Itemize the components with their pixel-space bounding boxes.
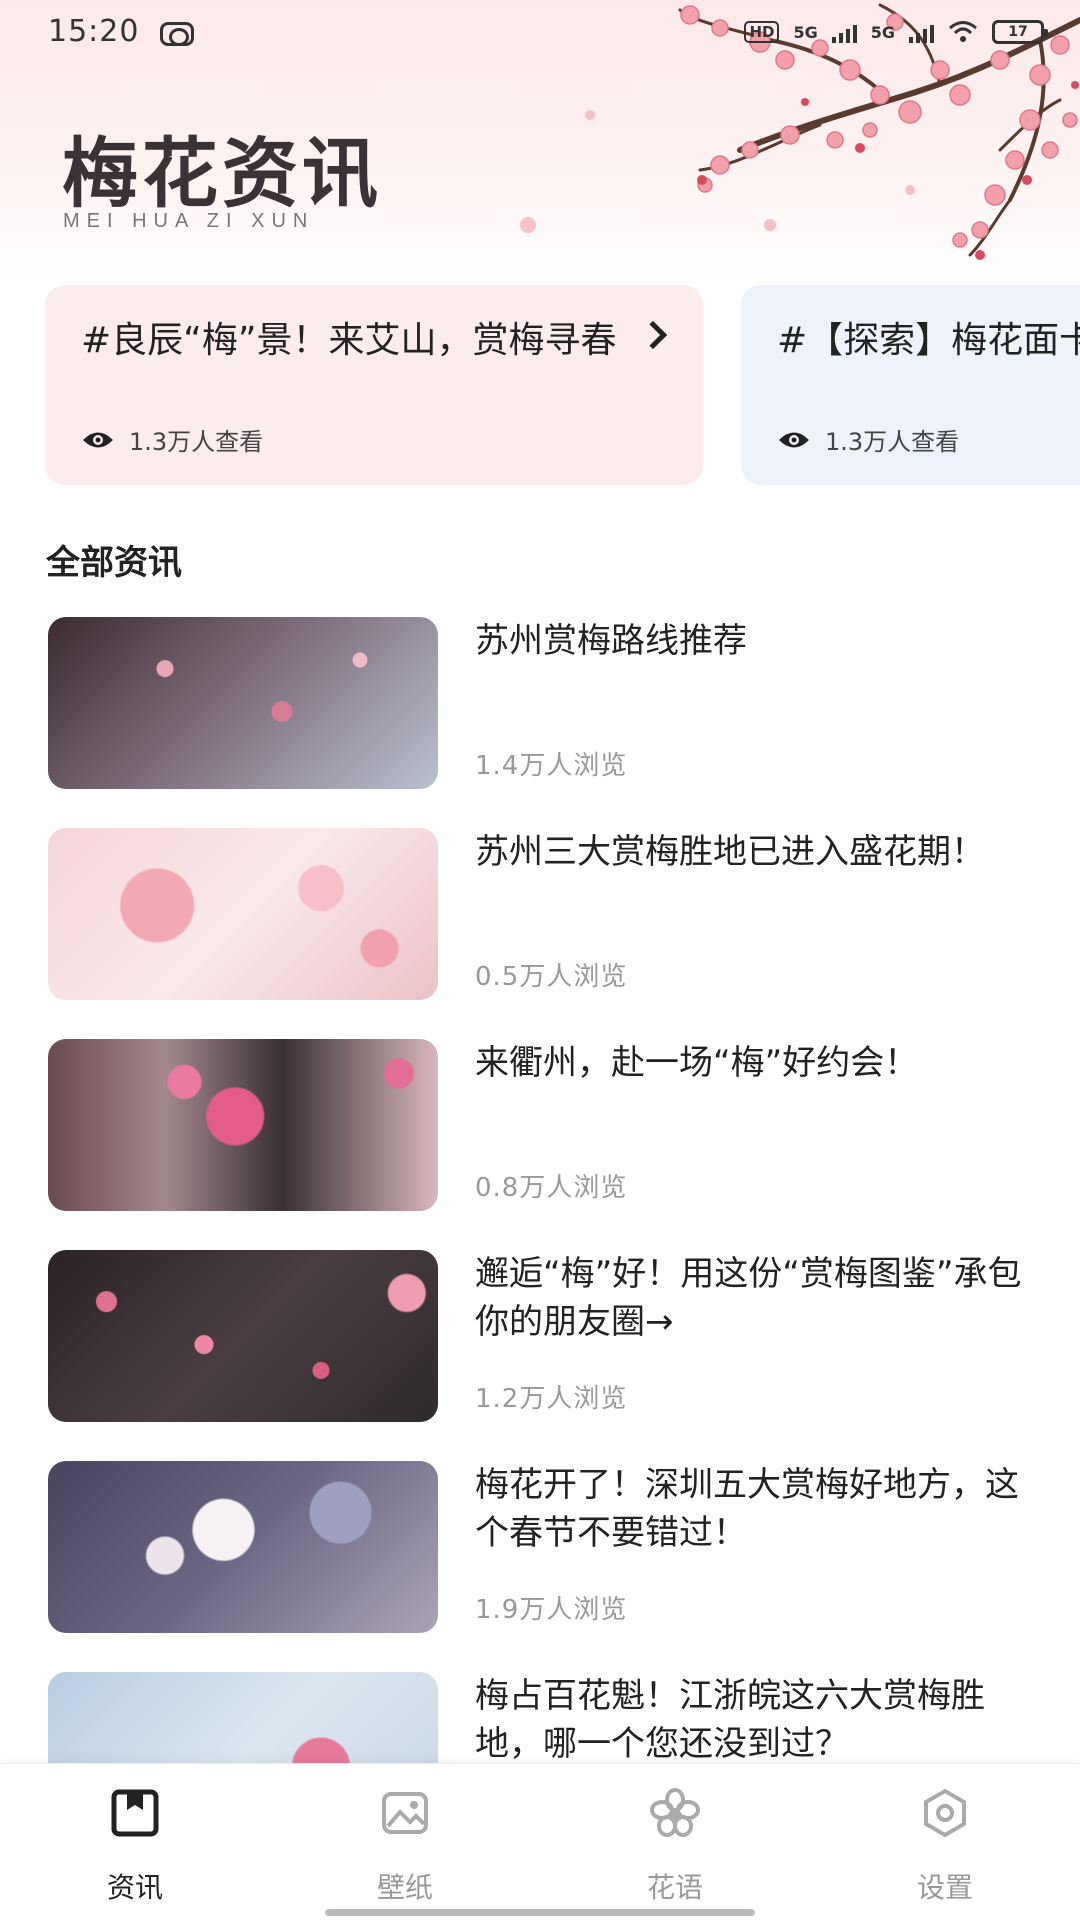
news-title: 邂逅“梅”好！用这份“赏梅图鉴”承包你的朋友圈→ xyxy=(475,1254,1022,1342)
wifi-icon xyxy=(949,21,977,42)
news-item[interactable]: 来衢州，赴一场“梅”好约会！ 0.8万人浏览 xyxy=(48,1039,1048,1211)
news-views: 1.9万人浏览 xyxy=(475,1595,628,1625)
network-label-1: 5G xyxy=(793,22,818,42)
eye-icon xyxy=(779,432,809,447)
topic-views: 1.3万人查看 xyxy=(777,422,959,457)
app-subtitle: MEI HUA ZI XUN xyxy=(63,210,315,232)
tab-settings[interactable]: 设置 xyxy=(810,1764,1080,1920)
news-title: 梅占百花魁！江浙皖这六大赏梅胜地，哪一个您还没到过？ xyxy=(475,1676,985,1763)
signal-icon-1 xyxy=(831,21,857,43)
wallpaper-icon xyxy=(382,1792,428,1834)
news-title: 苏州三大赏梅胜地已进入盛花期！ xyxy=(475,832,985,872)
news-icon xyxy=(111,1789,159,1837)
settings-icon xyxy=(924,1788,966,1838)
home-indicator[interactable] xyxy=(325,1909,755,1916)
flower-icon xyxy=(650,1788,700,1837)
tab-label: 花语 xyxy=(646,1871,703,1904)
news-views: 0.5万人浏览 xyxy=(475,962,628,992)
tab-label: 设置 xyxy=(916,1871,973,1904)
topic-views: 1.3万人查看 xyxy=(81,422,263,457)
news-item[interactable]: 梅花开了！深圳五大赏梅好地方，这个春节不要错过！ 1.9万人浏览 xyxy=(48,1461,1048,1633)
network-label-2: 5G xyxy=(870,22,895,42)
header-banner: 15:20 HD 5G 5G 17 梅花资讯 MEI HUA ZI XUN xyxy=(0,0,1080,285)
news-title: 梅花开了！深圳五大赏梅好地方，这个春节不要错过！ xyxy=(475,1465,1019,1553)
signal-icon-2 xyxy=(909,21,934,43)
topic-views-text: 1.3万人查看 xyxy=(825,428,960,456)
app-title: 梅花资讯 xyxy=(62,129,382,218)
tab-label: 壁纸 xyxy=(376,1871,433,1904)
news-item[interactable]: 邂逅“梅”好！用这份“赏梅图鉴”承包你的朋友圈→ 1.2万人浏览 xyxy=(48,1250,1048,1422)
battery-icon: 17 xyxy=(992,20,1048,44)
topic-views-text: 1.3万人查看 xyxy=(129,428,264,456)
news-thumbnail xyxy=(48,1672,438,1763)
eye-icon xyxy=(83,432,113,447)
status-indicators: HD 5G 5G 17 xyxy=(744,20,1048,44)
news-item[interactable]: 梅占百花魁！江浙皖这六大赏梅胜地，哪一个您还没到过？ xyxy=(48,1672,1048,1763)
topic-card[interactable]: #【探索】梅花面卡寻梅吧- 1.3万人查看 xyxy=(741,285,1080,485)
bottom-tab-bar: 资讯 壁纸 花语 设置 xyxy=(0,1763,1080,1920)
news-title: 来衢州，赴一场“梅”好约会！ xyxy=(475,1043,919,1083)
tab-news[interactable]: 资讯 xyxy=(0,1764,270,1920)
news-thumbnail xyxy=(48,1461,438,1633)
topic-title: #【探索】梅花面卡寻梅吧- xyxy=(777,320,1080,361)
section-title: 全部资讯 xyxy=(46,543,182,583)
topic-carousel[interactable]: #良辰“梅”景！来艾山，赏梅寻春 1.3万人查看 #【探索】梅花面卡寻梅吧- 1… xyxy=(0,285,1080,485)
news-thumbnail xyxy=(48,828,438,1000)
topic-card[interactable]: #良辰“梅”景！来艾山，赏梅寻春 1.3万人查看 xyxy=(45,285,703,485)
screen-cast-icon xyxy=(160,22,194,46)
chevron-right-icon xyxy=(638,320,668,350)
news-thumbnail xyxy=(48,617,438,789)
status-time: 15:20 xyxy=(48,14,140,49)
news-views: 0.8万人浏览 xyxy=(475,1173,628,1203)
topic-title: #良辰“梅”景！来艾山，赏梅寻春 xyxy=(81,320,617,361)
news-item[interactable]: 苏州赏梅路线推荐 1.4万人浏览 xyxy=(48,617,1048,789)
tab-flower-language[interactable]: 花语 xyxy=(540,1764,810,1920)
news-title: 苏州赏梅路线推荐 xyxy=(475,621,747,661)
news-thumbnail xyxy=(48,1250,438,1422)
news-list[interactable]: 苏州赏梅路线推荐 1.4万人浏览 苏州三大赏梅胜地已进入盛花期！ 0.5万人浏览… xyxy=(0,617,1080,1763)
tab-wallpaper[interactable]: 壁纸 xyxy=(270,1764,540,1920)
status-bar: 15:20 HD 5G 5G 17 xyxy=(0,0,1080,70)
news-thumbnail xyxy=(48,1039,438,1211)
news-item[interactable]: 苏州三大赏梅胜地已进入盛花期！ 0.5万人浏览 xyxy=(48,828,1048,1000)
news-views: 1.4万人浏览 xyxy=(475,751,628,781)
news-views: 1.2万人浏览 xyxy=(475,1384,628,1414)
hd-badge: HD xyxy=(744,21,780,43)
tab-label: 资讯 xyxy=(106,1871,163,1904)
